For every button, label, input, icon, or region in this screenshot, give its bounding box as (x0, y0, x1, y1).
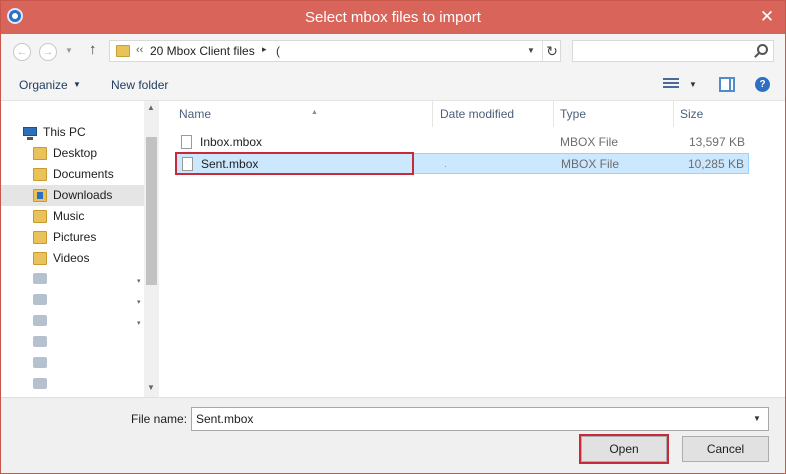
address-bar[interactable]: ‹‹ 20 Mbox Client files ▸ ( ▼ ↻ (109, 40, 561, 62)
network-drive-icon[interactable] (33, 315, 47, 326)
file-list: Name ▲ Date modified Type Size Inbox.mbo… (159, 101, 785, 397)
address-row: ← → ▼ ↑ ‹‹ 20 Mbox Client files ▸ ( ▼ ↻ (1, 34, 785, 68)
file-size: 13,597 KB (688, 135, 745, 149)
search-input[interactable] (572, 40, 774, 62)
file-icon (181, 135, 192, 149)
view-options-dropdown-icon[interactable]: ▼ (689, 80, 697, 89)
file-name-input[interactable] (191, 407, 769, 431)
organize-button[interactable]: Organize (19, 78, 68, 92)
file-name: Inbox.mbox (200, 135, 263, 149)
nav-item-this-pc[interactable]: This PC (1, 122, 144, 143)
open-button[interactable]: Open (581, 436, 667, 462)
column-header-date-modified[interactable]: Date modified (434, 101, 554, 127)
folder-icon (33, 252, 47, 265)
title-bar: Select mbox files to import ✕ (1, 1, 785, 34)
help-icon[interactable]: ? (755, 77, 770, 92)
folder-icon (33, 168, 47, 181)
navigation-scrollbar[interactable]: ▲ ▼ (144, 101, 159, 397)
refresh-icon[interactable]: ↻ (542, 41, 561, 61)
nav-item-downloads[interactable]: Downloads (1, 185, 144, 206)
column-header-type[interactable]: Type (554, 101, 674, 127)
forward-arrow-icon[interactable]: → (39, 43, 57, 61)
column-header-label: Name (179, 107, 212, 121)
column-header-name[interactable]: Name ▲ (173, 101, 433, 127)
navigation-pane: This PC Desktop Documents Downloads Musi… (1, 101, 159, 397)
downloads-folder-icon (33, 189, 47, 202)
nav-item-label: Desktop (53, 146, 98, 160)
selection-highlight-box (175, 152, 414, 175)
expand-chevron-icon[interactable]: ▾ (137, 298, 141, 306)
breadcrumb-segment[interactable]: 20 Mbox Client files (150, 44, 255, 58)
window-title: Select mbox files to import (305, 9, 481, 26)
nav-item-label: Downloads (53, 188, 113, 202)
scroll-up-icon[interactable]: ▲ (147, 103, 155, 112)
nav-item-pictures[interactable]: Pictures (1, 227, 144, 248)
nav-item-videos[interactable]: Videos (1, 248, 144, 269)
nav-item-label: Music (53, 209, 85, 223)
folder-icon (33, 210, 47, 223)
file-name-label: File name: (131, 412, 188, 426)
back-arrow-icon[interactable]: ← (13, 43, 31, 61)
column-header-row: Name ▲ Date modified Type Size (159, 101, 785, 127)
drive-icon[interactable] (33, 357, 47, 368)
drive-icon[interactable] (33, 336, 47, 347)
address-dropdown-icon[interactable]: ▼ (522, 42, 540, 60)
expand-chevron-icon[interactable]: ▾ (137, 277, 141, 285)
cancel-button[interactable]: Cancel (682, 436, 769, 462)
folder-icon (33, 147, 47, 160)
file-size: 10,285 KB (687, 157, 744, 171)
file-row[interactable]: Inbox.mbox MBOX File 13,597 KB (175, 132, 749, 153)
column-header-size[interactable]: Size (674, 101, 750, 127)
close-button[interactable]: ✕ (755, 6, 779, 28)
breadcrumb-arrow-icon[interactable]: ▸ (262, 44, 267, 55)
breadcrumb-overflow-chevron[interactable]: ‹‹ (136, 44, 143, 56)
sort-ascending-icon: ▲ (311, 109, 318, 116)
network-drive-icon[interactable] (33, 294, 47, 305)
folder-icon (33, 231, 47, 244)
computer-icon (23, 127, 37, 140)
command-toolbar: Organize ▼ New folder ▼ ? (1, 68, 785, 101)
nav-item-label: This PC (43, 125, 86, 139)
file-type: MBOX File (560, 135, 619, 149)
nav-item-music[interactable]: Music (1, 206, 144, 227)
network-drive-icon[interactable] (33, 273, 47, 284)
view-options-icon[interactable] (663, 78, 679, 91)
nav-item-desktop[interactable]: Desktop (1, 143, 144, 164)
file-date: . (444, 159, 447, 170)
dialog-footer: File name: ▼ Open Cancel (1, 397, 785, 473)
nav-item-documents[interactable]: Documents (1, 164, 144, 185)
scroll-down-icon[interactable]: ▼ (147, 383, 155, 392)
recent-locations-chevron-icon[interactable]: ▼ (65, 46, 73, 55)
expand-chevron-icon[interactable]: ▾ (137, 319, 141, 327)
up-arrow-icon[interactable]: ↑ (89, 41, 97, 58)
organize-dropdown-icon[interactable]: ▼ (73, 80, 81, 89)
nav-item-label: Videos (53, 251, 90, 265)
breadcrumb-next-segment[interactable]: ( (276, 44, 280, 58)
nav-item-label: Documents (53, 167, 114, 181)
preview-pane-icon[interactable] (719, 77, 735, 92)
file-type: MBOX File (561, 157, 620, 171)
nav-item-label: Pictures (53, 230, 97, 244)
new-folder-button[interactable]: New folder (111, 78, 168, 92)
search-icon[interactable] (757, 44, 768, 55)
file-name-dropdown-icon[interactable]: ▼ (753, 414, 761, 423)
folder-icon (116, 45, 130, 57)
scrollbar-thumb[interactable] (146, 137, 157, 285)
file-open-dialog: Select mbox files to import ✕ ← → ▼ ↑ ‹‹… (0, 0, 786, 474)
drive-icon[interactable] (33, 378, 47, 389)
